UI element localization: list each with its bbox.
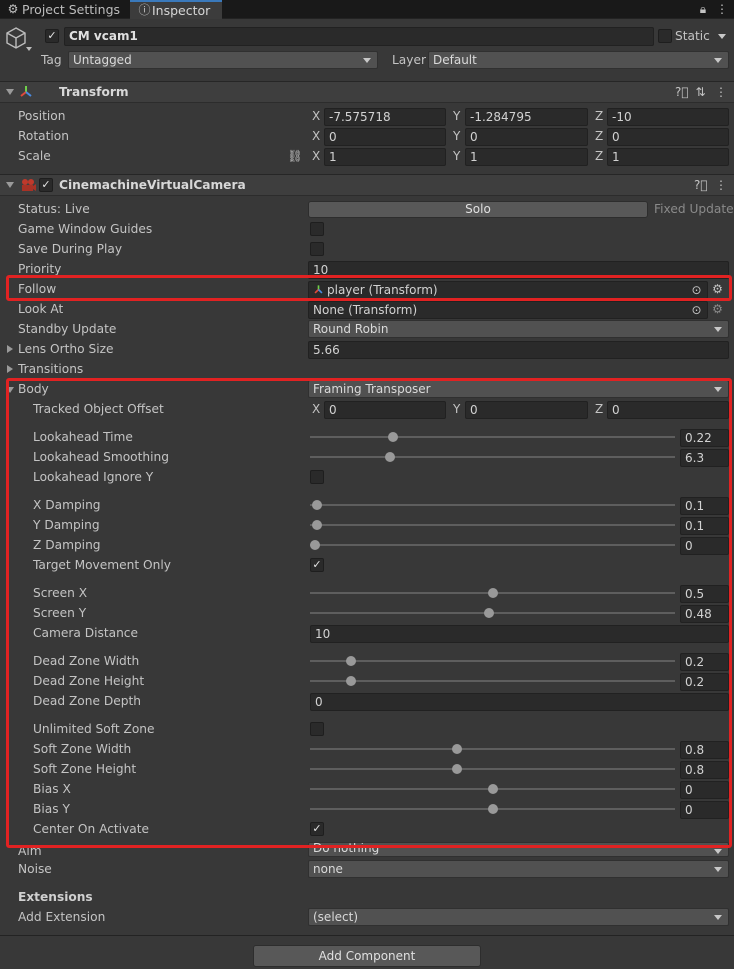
rotation-x-label[interactable]: X <box>312 126 320 146</box>
help-icon[interactable]: ?⃝ <box>694 178 708 192</box>
gameobject-active-checkbox[interactable]: ✓ <box>45 29 59 43</box>
position-x-field[interactable]: -7.575718 <box>324 108 446 126</box>
position-y-field[interactable]: -1.284795 <box>465 108 588 126</box>
rotation-z-field[interactable]: 0 <box>607 128 729 146</box>
transform-title: Transform <box>59 85 129 99</box>
cube-dropdown-arrow[interactable] <box>26 47 32 51</box>
tag-dropdown[interactable]: Untagged <box>68 51 378 69</box>
scale-x-label[interactable]: X <box>312 146 320 166</box>
layer-label: Layer <box>392 53 426 67</box>
scale-label[interactable]: Scale <box>18 146 51 166</box>
fixed-update-label: Fixed Update <box>654 202 734 216</box>
noise-label: Noise <box>18 862 52 876</box>
menu-icon[interactable]: ⋮ <box>715 85 727 99</box>
vcam-foldout[interactable] <box>6 182 14 188</box>
position-y-label[interactable]: Y <box>453 106 460 126</box>
transform-foldout[interactable] <box>6 89 14 95</box>
lens-ortho-size-field[interactable]: 5.66 <box>308 341 729 359</box>
static-label: Static <box>675 29 710 43</box>
menu-icon[interactable]: ⋮ <box>715 178 727 192</box>
body-highlight <box>6 378 732 848</box>
lens-ortho-size-label[interactable]: Lens Ortho Size <box>18 339 113 359</box>
layer-dropdown[interactable]: Default <box>428 51 729 69</box>
tab-inspector-label: Inspector <box>152 3 211 18</box>
scale-y-label[interactable]: Y <box>453 146 460 166</box>
transform-icon <box>20 86 32 97</box>
vcam-enabled-checkbox[interactable]: ✓ <box>39 178 53 192</box>
position-x-label[interactable]: X <box>312 106 320 126</box>
save-during-play-checkbox[interactable] <box>310 242 324 256</box>
scale-x-field[interactable]: 1 <box>324 148 446 166</box>
section-divider <box>0 935 734 936</box>
rotation-y-label[interactable]: Y <box>453 126 460 146</box>
rotation-label[interactable]: Rotation <box>18 126 69 146</box>
rotation-y-field[interactable]: 0 <box>465 128 588 146</box>
cube-icon <box>6 27 26 49</box>
noise-dropdown[interactable]: none <box>308 860 729 878</box>
transitions-label[interactable]: Transitions <box>18 359 83 379</box>
menu-icon[interactable]: ⋮ <box>716 2 728 16</box>
gameobject-name-field[interactable]: CM vcam1 <box>64 27 654 46</box>
position-z-field[interactable]: -10 <box>607 108 729 126</box>
tab-project-settings[interactable]: Project Settings <box>0 0 130 19</box>
position-label[interactable]: Position <box>18 106 65 126</box>
scale-z-field[interactable]: 1 <box>607 148 729 166</box>
add-extension-label: Add Extension <box>18 910 106 924</box>
vcam-title: CinemachineVirtualCamera <box>59 178 246 192</box>
standby-update-label: Standby Update <box>18 322 117 336</box>
game-window-guides-label: Game Window Guides <box>18 222 153 236</box>
scale-y-field[interactable]: 1 <box>465 148 588 166</box>
follow-highlight <box>6 275 732 301</box>
preset-icon[interactable]: ⇅ <box>694 85 707 99</box>
scale-z-label[interactable]: Z <box>595 146 603 166</box>
status-label: Status: Live <box>18 202 90 216</box>
static-dropdown-arrow[interactable] <box>718 34 726 39</box>
link-icon[interactable]: ⛓ <box>287 149 303 163</box>
target-icon[interactable]: ⊙ <box>690 303 703 317</box>
standby-update-dropdown[interactable]: Round Robin <box>308 320 729 338</box>
lens-foldout[interactable] <box>7 345 13 353</box>
help-icon[interactable]: ?⃝ <box>675 85 689 99</box>
transitions-foldout[interactable] <box>7 365 13 373</box>
save-during-play-label: Save During Play <box>18 242 123 256</box>
add-extension-dropdown[interactable]: (select) <box>308 908 729 926</box>
lock-icon[interactable]: 🔒︎ <box>697 2 709 16</box>
rotation-z-label[interactable]: Z <box>595 126 603 146</box>
camera-icon <box>22 179 36 191</box>
info-icon: ⓘ <box>138 3 151 17</box>
extensions-heading: Extensions <box>18 890 93 904</box>
look-at-label: Look At <box>18 302 64 316</box>
add-component-button[interactable]: Add Component <box>253 945 481 967</box>
position-z-label[interactable]: Z <box>595 106 603 126</box>
rotation-x-field[interactable]: 0 <box>324 128 446 146</box>
game-window-guides-checkbox[interactable] <box>310 222 324 236</box>
tag-label: Tag <box>41 53 62 67</box>
solo-button[interactable]: Solo <box>308 201 648 218</box>
tab-bar: ⚙ Project Settings Inspector ⓘ 🔒︎ ⋮ <box>0 0 734 19</box>
gear-icon[interactable]: ⚙ <box>711 302 724 316</box>
look-at-field[interactable]: None (Transform) <box>308 301 708 319</box>
static-checkbox[interactable] <box>658 29 672 43</box>
